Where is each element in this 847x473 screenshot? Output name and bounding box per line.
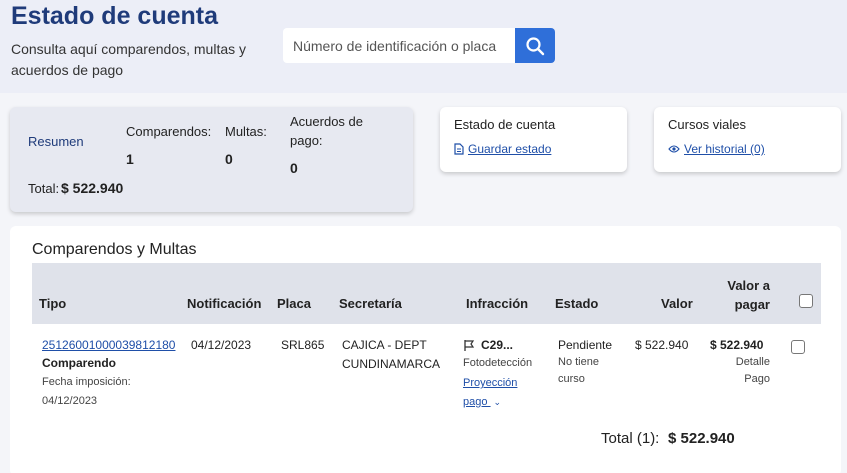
search-input[interactable] [283, 28, 515, 63]
col-estado: Estado [555, 296, 599, 311]
search-icon [526, 36, 545, 55]
proyeccion-pago-link[interactable]: Proyección pago ⌄ [463, 374, 533, 412]
guardar-estado-label: Guardar estado [468, 142, 552, 156]
comparendo-number-link[interactable]: 25126001000039812180 [42, 336, 175, 355]
detalle-pago-link[interactable]: Detalle Pago [728, 354, 770, 388]
cursos-card-title: Cursos viales [668, 117, 747, 132]
col-placa: Placa [277, 296, 311, 311]
flag-icon [464, 340, 475, 351]
row-curso: No tiene curso [558, 356, 599, 385]
row-infraccion: C29... [463, 336, 513, 355]
select-all-checkbox[interactable] [799, 294, 813, 308]
search-button[interactable] [515, 28, 555, 63]
row-infraccion-code: C29... [481, 338, 514, 352]
ver-historial-link[interactable]: Ver historial (0) [668, 142, 765, 156]
ver-historial-label: Ver historial (0) [684, 142, 765, 156]
row-valor-pagar: $ 522.940 [710, 338, 764, 352]
row-tipo: Comparendo [42, 356, 117, 370]
summary-total-value: $ 522.940 [61, 180, 124, 196]
multas-label: Multas: [225, 124, 267, 139]
row-valor: $ 522.940 [635, 338, 689, 352]
acuerdos-value: 0 [290, 160, 298, 176]
table-total-label: Total (1): [601, 430, 660, 447]
cursos-viales-card: Cursos viales Ver historial (0) [654, 107, 841, 172]
eye-icon [668, 145, 680, 153]
page-title: Estado de cuenta [11, 2, 218, 30]
col-valor-pagar: Valor a pagar [727, 278, 770, 312]
row-secretaria: CAJICA - DEPT CUNDINAMARCA [342, 338, 441, 371]
acuerdos-label: Acuerdos de pago: [290, 114, 363, 148]
row-placa: SRL865 [281, 338, 325, 352]
guardar-estado-link[interactable]: Guardar estado [454, 142, 551, 156]
row-estado: Pendiente [558, 338, 613, 352]
estado-cuenta-card: Estado de cuenta Guardar estado [440, 107, 627, 172]
col-infraccion: Infracción [466, 296, 529, 311]
row-infraccion-tipo: Fotodetección [463, 357, 533, 369]
row-fecha-label: Fecha imposición: [42, 376, 131, 388]
comparendos-value: 1 [126, 151, 134, 167]
comparendos-table-card: Comparendos y Multas Tipo Notificación P… [10, 226, 841, 473]
col-secretaria: Secretaría [339, 296, 402, 311]
page-subtitle: Consulta aquí comparendos, multas y acue… [11, 41, 247, 78]
document-icon [454, 143, 464, 155]
row-fecha: 04/12/2023 [42, 395, 98, 407]
chevron-down-icon: ⌄ [493, 397, 502, 407]
estado-card-title: Estado de cuenta [454, 117, 556, 132]
proyeccion-pago-label: Proyección pago [463, 377, 518, 408]
summary-card: Resumen Comparendos: 1 Multas: 0 Acuerdo… [10, 107, 413, 212]
summary-link[interactable]: Resumen [28, 134, 84, 149]
section-title: Comparendos y Multas [32, 241, 197, 258]
col-tipo: Tipo [39, 296, 67, 311]
header-area: Estado de cuenta Consulta aquí comparend… [0, 0, 847, 93]
multas-value: 0 [225, 151, 233, 167]
summary-total-label: Total: [28, 181, 60, 196]
table-total-value: $ 522.940 [668, 430, 735, 447]
col-valor: Valor [661, 296, 693, 311]
table-header: Tipo Notificación Placa Secretaría Infra… [32, 263, 821, 324]
row-notificacion: 04/12/2023 [191, 338, 252, 352]
col-notificacion: Notificación [187, 296, 262, 311]
row-checkbox[interactable] [791, 340, 805, 354]
comparendos-label: Comparendos: [126, 124, 212, 139]
